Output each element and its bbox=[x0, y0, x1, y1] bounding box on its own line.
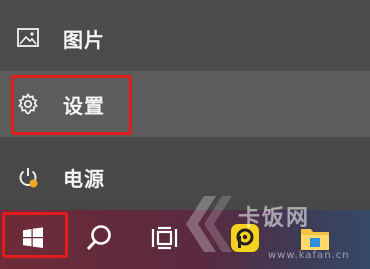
watermark-text: 卡饭网 bbox=[238, 206, 311, 231]
menu-item-label: 图片 bbox=[63, 27, 105, 52]
power-icon bbox=[15, 164, 41, 190]
task-view-button[interactable] bbox=[140, 210, 190, 269]
menu-item-label: 电源 bbox=[63, 166, 105, 191]
task-view-icon bbox=[150, 225, 180, 255]
start-highlight-box bbox=[2, 212, 68, 258]
settings-highlight-box bbox=[11, 75, 132, 135]
search-icon bbox=[84, 223, 114, 257]
search-button[interactable] bbox=[72, 210, 126, 269]
menu-item-photos[interactable]: 图片 bbox=[0, 9, 370, 67]
menu-item-power[interactable]: 电源 bbox=[0, 148, 370, 206]
photos-icon bbox=[15, 25, 41, 51]
watermark-url: www.kafan.cn bbox=[268, 250, 350, 261]
